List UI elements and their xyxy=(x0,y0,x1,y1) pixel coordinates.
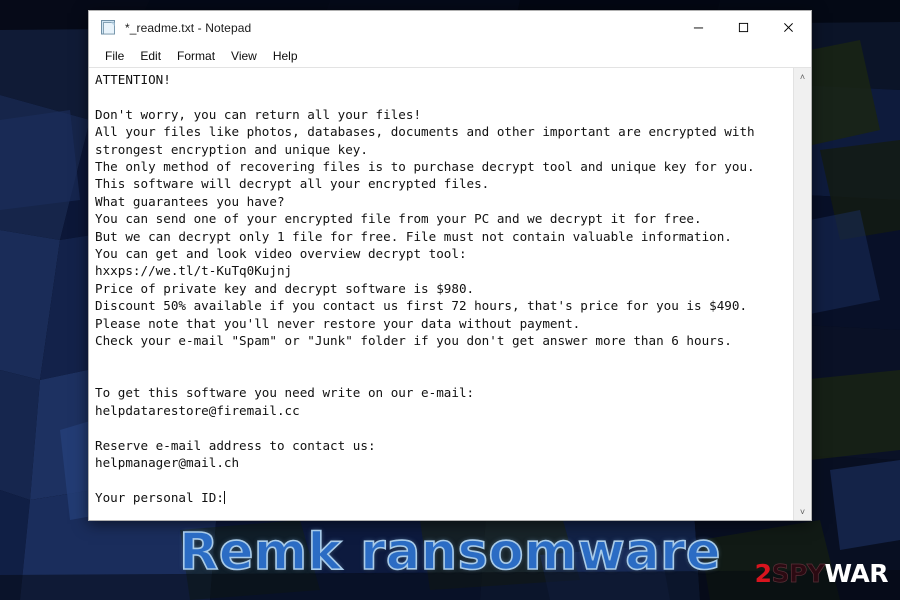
desktop: *_readme.txt - Notepad File Edit Format … xyxy=(0,0,900,600)
scroll-up-arrow[interactable]: ˄ xyxy=(794,68,811,85)
text-caret xyxy=(223,490,225,504)
close-icon xyxy=(784,23,793,32)
menu-view[interactable]: View xyxy=(223,47,265,65)
ransom-note-text[interactable]: ATTENTION! Don't worry, you can return a… xyxy=(89,68,793,520)
minimize-icon xyxy=(693,27,704,29)
close-button[interactable] xyxy=(766,11,811,44)
window-controls xyxy=(676,11,811,44)
vertical-scrollbar[interactable]: ˄ ˅ xyxy=(793,68,811,520)
notepad-window[interactable]: *_readme.txt - Notepad File Edit Format … xyxy=(88,10,812,521)
brand-logo-part-3: WAR xyxy=(824,559,888,588)
minimize-button[interactable] xyxy=(676,11,721,44)
menu-help[interactable]: Help xyxy=(265,47,306,65)
menu-bar[interactable]: File Edit Format View Help xyxy=(89,44,811,68)
brand-logo-part-1: 2 xyxy=(754,559,772,588)
scrollbar-track[interactable] xyxy=(794,85,811,503)
scroll-down-arrow[interactable]: ˅ xyxy=(794,503,811,520)
brand-logo-part-2: SPY xyxy=(771,559,825,588)
window-titlebar[interactable]: *_readme.txt - Notepad xyxy=(89,11,811,44)
maximize-button[interactable] xyxy=(721,11,766,44)
brand-logo: 2 SPY WAR xyxy=(754,559,889,588)
editor-area[interactable]: ATTENTION! Don't worry, you can return a… xyxy=(89,68,811,520)
menu-file[interactable]: File xyxy=(97,47,132,65)
maximize-icon xyxy=(738,22,749,33)
menu-format[interactable]: Format xyxy=(169,47,223,65)
window-title: *_readme.txt - Notepad xyxy=(125,20,252,35)
menu-edit[interactable]: Edit xyxy=(132,47,169,65)
notepad-icon xyxy=(101,20,115,35)
